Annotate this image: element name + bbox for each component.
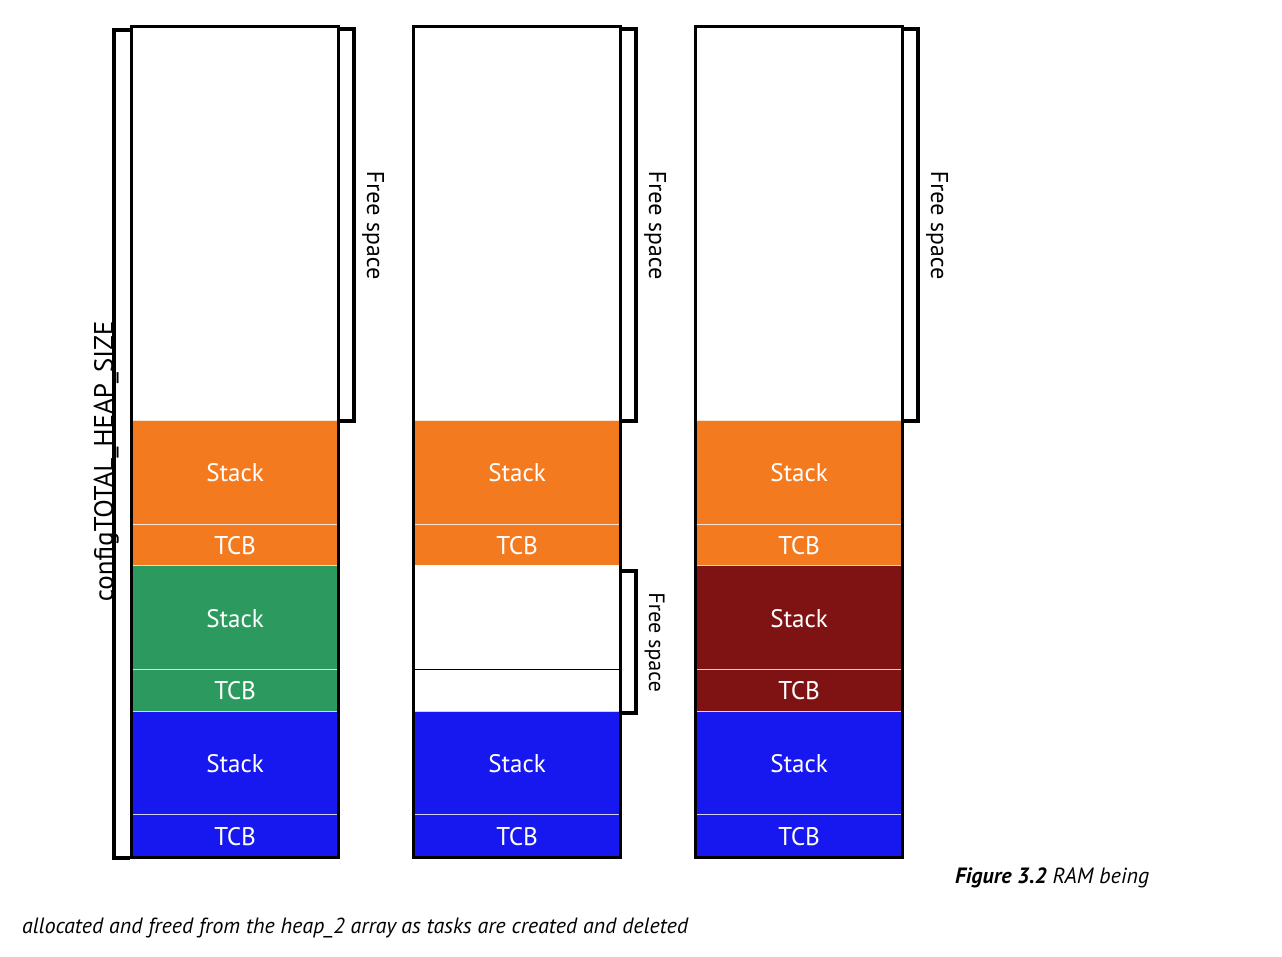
segment-stack: Stack <box>697 420 901 524</box>
segment-tcb: TCB <box>697 814 901 856</box>
bracket-tick <box>902 419 918 423</box>
free-space-bracket-middle: Free space <box>626 569 660 715</box>
segment-tcb: TCB <box>133 669 337 711</box>
segment-stack: Stack <box>133 565 337 669</box>
free-space-bracket-top: Free space <box>626 27 660 423</box>
figure-number: Figure 3.2 <box>955 862 1047 890</box>
total-heap-size-bracket: configTOTAL_HEAP_SIZE <box>102 28 124 860</box>
heap-state-A: A Stack TCB Stack TCB Stack TCB Free spa… <box>130 25 340 859</box>
segment-free <box>697 28 901 420</box>
bracket-tick-bot <box>112 856 130 860</box>
figure-3-2-page: configTOTAL_HEAP_SIZE A Stack TCB Stack … <box>0 0 1282 957</box>
segment-tcb: TCB <box>133 814 337 856</box>
segment-stack: Stack <box>415 420 619 524</box>
figure-caption-part1: RAM being <box>1047 862 1149 890</box>
bracket-bar <box>634 569 638 715</box>
bracket-tick <box>620 711 636 715</box>
segment-free <box>415 565 619 669</box>
segment-stack: Stack <box>697 565 901 669</box>
segment-tcb: TCB <box>133 524 337 566</box>
heap-state-B: B Stack TCB Stack TCB Free space <box>412 25 622 859</box>
heap-state-C: C Stack TCB Stack TCB Stack TCB Free spa… <box>694 25 904 859</box>
segment-free <box>415 669 619 711</box>
free-space-label: Free space <box>642 592 670 692</box>
bracket-bar <box>634 27 638 423</box>
total-heap-size-label: configTOTAL_HEAP_SIZE <box>87 141 121 781</box>
free-space-label: Free space <box>360 171 391 280</box>
free-space-bracket-top: Free space <box>908 27 942 423</box>
segment-tcb: TCB <box>415 524 619 566</box>
segment-stack: Stack <box>133 420 337 524</box>
heap-array-B: Stack TCB Stack TCB <box>412 25 622 859</box>
segment-stack: Stack <box>133 711 337 815</box>
bracket-bar <box>352 27 356 423</box>
figure-caption-line1: Figure 3.2 RAM being <box>955 862 1282 890</box>
segment-tcb: TCB <box>697 524 901 566</box>
columns: A Stack TCB Stack TCB Stack TCB Free spa… <box>130 25 904 859</box>
free-space-bracket-top: Free space <box>344 27 378 423</box>
figure-caption-part2: allocated and freed from the heap_2 arra… <box>22 912 688 940</box>
segment-free <box>415 28 619 420</box>
heap-array-C: Stack TCB Stack TCB Stack TCB <box>694 25 904 859</box>
bracket-tick <box>338 419 354 423</box>
heap-array-A: Stack TCB Stack TCB Stack TCB <box>130 25 340 859</box>
segment-stack: Stack <box>415 711 619 815</box>
free-space-label: Free space <box>924 171 955 280</box>
figure-caption-line2: allocated and freed from the heap_2 arra… <box>22 912 1282 940</box>
bracket-bar <box>916 27 920 423</box>
free-space-label: Free space <box>642 171 673 280</box>
segment-stack: Stack <box>697 711 901 815</box>
segment-tcb: TCB <box>415 814 619 856</box>
segment-free <box>133 28 337 420</box>
segment-tcb: TCB <box>697 669 901 711</box>
bracket-tick <box>620 419 636 423</box>
figure-area: configTOTAL_HEAP_SIZE A Stack TCB Stack … <box>40 20 960 870</box>
